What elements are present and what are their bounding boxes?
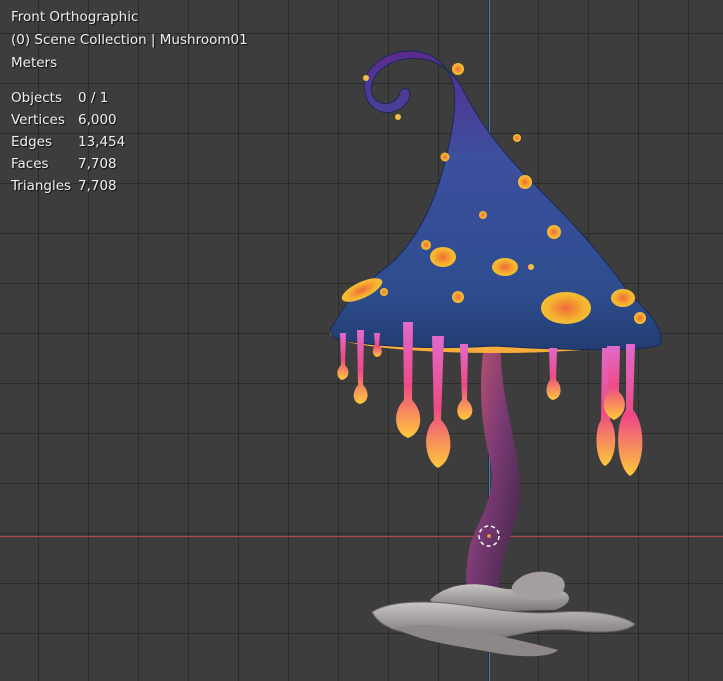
statistics-panel: Objects 0 / 1 Vertices 6,000 Edges 13,45… bbox=[11, 87, 248, 197]
3d-viewport[interactable]: Front Orthographic (0) Scene Collection … bbox=[0, 0, 723, 681]
stat-label: Objects bbox=[11, 90, 63, 106]
collection-info: (0) Scene Collection | Mushroom01 bbox=[11, 32, 248, 48]
stat-value: 7,708 bbox=[78, 178, 117, 194]
mushroom-stem bbox=[466, 330, 521, 598]
stat-row-triangles: Triangles 7,708 bbox=[11, 175, 248, 197]
stat-value: 0 / 1 bbox=[78, 90, 109, 106]
stat-row-objects: Objects 0 / 1 bbox=[11, 87, 248, 109]
stat-row-vertices: Vertices 6,000 bbox=[11, 109, 248, 131]
mushroom-cap bbox=[330, 50, 662, 351]
stat-value: 6,000 bbox=[78, 112, 117, 128]
origin-cursor-icon[interactable] bbox=[478, 525, 500, 547]
stat-value: 13,454 bbox=[78, 134, 126, 150]
viewport-info-overlay: Front Orthographic (0) Scene Collection … bbox=[11, 6, 248, 197]
stat-label: Edges bbox=[11, 134, 53, 150]
view-name: Front Orthographic bbox=[11, 9, 139, 25]
stat-label: Triangles bbox=[11, 178, 72, 194]
stat-label: Vertices bbox=[11, 112, 65, 128]
stat-row-edges: Edges 13,454 bbox=[11, 131, 248, 153]
stat-value: 7,708 bbox=[78, 156, 117, 172]
stat-row-faces: Faces 7,708 bbox=[11, 153, 248, 175]
units-label: Meters bbox=[11, 55, 58, 71]
rock-base bbox=[371, 571, 636, 657]
stat-label: Faces bbox=[11, 156, 49, 172]
